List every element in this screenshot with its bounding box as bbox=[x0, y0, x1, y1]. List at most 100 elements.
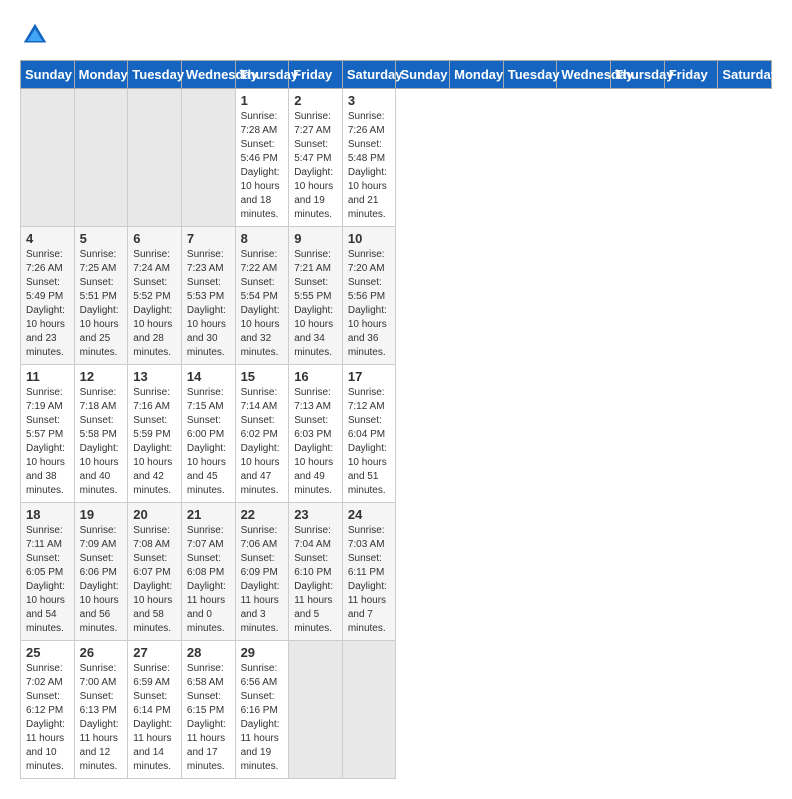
calendar-cell: 21 Sunrise: 7:07 AM Sunset: 6:08 PM Dayli… bbox=[181, 503, 235, 641]
calendar-cell: 27Sunrise: 6:59 AM Sunset: 6:14 PM Dayli… bbox=[128, 641, 182, 779]
day-number: 3 bbox=[348, 93, 391, 108]
day-number: 17 bbox=[348, 369, 391, 384]
day-header-monday: Monday bbox=[450, 61, 504, 89]
day-info: Sunrise: 7:13 AM Sunset: 6:03 PM Dayligh… bbox=[294, 386, 337, 498]
day-header-tuesday: Tuesday bbox=[128, 61, 182, 89]
day-header-tuesday: Tuesday bbox=[503, 61, 557, 89]
day-number: 11 bbox=[26, 369, 69, 384]
day-info: Sunrise: 7:24 AM Sunset: 5:52 PM Dayligh… bbox=[133, 248, 176, 360]
calendar-week-row: 4 Sunrise: 7:26 AM Sunset: 5:49 PM Daylig… bbox=[21, 227, 772, 365]
day-info: Sunrise: 7:21 AM Sunset: 5:55 PM Dayligh… bbox=[294, 248, 337, 360]
day-header-friday: Friday bbox=[664, 61, 718, 89]
calendar-cell: 15 Sunrise: 7:14 AM Sunset: 6:02 PM Dayli… bbox=[235, 365, 289, 503]
day-number: 1 bbox=[241, 93, 284, 108]
day-number: 4 bbox=[26, 231, 69, 246]
calendar-cell bbox=[128, 89, 182, 227]
day-info: Sunrise: 7:18 AM Sunset: 5:58 PM Dayligh… bbox=[80, 386, 123, 498]
day-number: 18 bbox=[26, 507, 69, 522]
calendar-table: SundayMondayTuesdayWednesdayThursdayFrid… bbox=[20, 60, 772, 779]
logo-icon bbox=[20, 20, 50, 50]
day-header-saturday: Saturday bbox=[342, 61, 396, 89]
calendar-cell: 25Sunrise: 7:02 AM Sunset: 6:12 PM Dayli… bbox=[21, 641, 75, 779]
day-info: Sunrise: 7:26 AM Sunset: 5:49 PM Dayligh… bbox=[26, 248, 69, 360]
calendar-cell: 9 Sunrise: 7:21 AM Sunset: 5:55 PM Daylig… bbox=[289, 227, 343, 365]
calendar-cell: 5Sunrise: 7:25 AM Sunset: 5:51 PM Daylig… bbox=[74, 227, 128, 365]
day-number: 5 bbox=[80, 231, 123, 246]
day-info: Sunrise: 7:15 AM Sunset: 6:00 PM Dayligh… bbox=[187, 386, 230, 498]
day-number: 16 bbox=[294, 369, 337, 384]
calendar-week-row: 1 Sunrise: 7:28 AM Sunset: 5:46 PM Daylig… bbox=[21, 89, 772, 227]
calendar-week-row: 18 Sunrise: 7:11 AM Sunset: 6:05 PM Dayli… bbox=[21, 503, 772, 641]
day-number: 24 bbox=[348, 507, 391, 522]
calendar-cell bbox=[21, 89, 75, 227]
day-info: Sunrise: 7:22 AM Sunset: 5:54 PM Dayligh… bbox=[241, 248, 284, 360]
day-number: 14 bbox=[187, 369, 230, 384]
day-info: Sunrise: 7:26 AM Sunset: 5:48 PM Dayligh… bbox=[348, 110, 391, 222]
day-header-thursday: Thursday bbox=[235, 61, 289, 89]
day-number: 9 bbox=[294, 231, 337, 246]
day-header-sunday: Sunday bbox=[396, 61, 450, 89]
calendar-cell: 18 Sunrise: 7:11 AM Sunset: 6:05 PM Dayli… bbox=[21, 503, 75, 641]
calendar-cell: 23Sunrise: 7:04 AM Sunset: 6:10 PM Dayli… bbox=[289, 503, 343, 641]
day-info: Sunrise: 6:58 AM Sunset: 6:15 PM Dayligh… bbox=[187, 662, 230, 774]
day-number: 10 bbox=[348, 231, 391, 246]
page-header bbox=[20, 20, 772, 50]
logo bbox=[20, 20, 52, 50]
calendar-cell: 28 Sunrise: 6:58 AM Sunset: 6:15 PM Dayli… bbox=[181, 641, 235, 779]
day-number: 28 bbox=[187, 645, 230, 660]
day-number: 2 bbox=[294, 93, 337, 108]
calendar-cell: 11 Sunrise: 7:19 AM Sunset: 5:57 PM Dayli… bbox=[21, 365, 75, 503]
calendar-cell: 4 Sunrise: 7:26 AM Sunset: 5:49 PM Daylig… bbox=[21, 227, 75, 365]
day-header-thursday: Thursday bbox=[611, 61, 665, 89]
day-info: Sunrise: 6:56 AM Sunset: 6:16 PM Dayligh… bbox=[241, 662, 284, 774]
day-info: Sunrise: 7:27 AM Sunset: 5:47 PM Dayligh… bbox=[294, 110, 337, 222]
calendar-cell: 22Sunrise: 7:06 AM Sunset: 6:09 PM Dayli… bbox=[235, 503, 289, 641]
day-info: Sunrise: 7:16 AM Sunset: 5:59 PM Dayligh… bbox=[133, 386, 176, 498]
day-header-friday: Friday bbox=[289, 61, 343, 89]
day-header-monday: Monday bbox=[74, 61, 128, 89]
calendar-cell: 3 Sunrise: 7:26 AM Sunset: 5:48 PM Daylig… bbox=[342, 89, 396, 227]
day-number: 13 bbox=[133, 369, 176, 384]
day-info: Sunrise: 7:23 AM Sunset: 5:53 PM Dayligh… bbox=[187, 248, 230, 360]
calendar-header-row: SundayMondayTuesdayWednesdayThursdayFrid… bbox=[21, 61, 772, 89]
day-number: 26 bbox=[80, 645, 123, 660]
calendar-cell: 7 Sunrise: 7:23 AM Sunset: 5:53 PM Daylig… bbox=[181, 227, 235, 365]
day-header-saturday: Saturday bbox=[718, 61, 772, 89]
day-number: 12 bbox=[80, 369, 123, 384]
day-info: Sunrise: 7:08 AM Sunset: 6:07 PM Dayligh… bbox=[133, 524, 176, 636]
day-number: 22 bbox=[241, 507, 284, 522]
day-number: 19 bbox=[80, 507, 123, 522]
calendar-cell: 13 Sunrise: 7:16 AM Sunset: 5:59 PM Dayli… bbox=[128, 365, 182, 503]
day-info: Sunrise: 7:28 AM Sunset: 5:46 PM Dayligh… bbox=[241, 110, 284, 222]
day-number: 21 bbox=[187, 507, 230, 522]
day-number: 8 bbox=[241, 231, 284, 246]
calendar-cell: 12 Sunrise: 7:18 AM Sunset: 5:58 PM Dayli… bbox=[74, 365, 128, 503]
calendar-cell: 1 Sunrise: 7:28 AM Sunset: 5:46 PM Daylig… bbox=[235, 89, 289, 227]
calendar-cell: 19 Sunrise: 7:09 AM Sunset: 6:06 PM Dayli… bbox=[74, 503, 128, 641]
calendar-cell bbox=[289, 641, 343, 779]
day-header-wednesday: Wednesday bbox=[181, 61, 235, 89]
day-info: Sunrise: 7:11 AM Sunset: 6:05 PM Dayligh… bbox=[26, 524, 69, 636]
day-info: Sunrise: 7:09 AM Sunset: 6:06 PM Dayligh… bbox=[80, 524, 123, 636]
calendar-cell bbox=[74, 89, 128, 227]
day-info: Sunrise: 6:59 AM Sunset: 6:14 PM Dayligh… bbox=[133, 662, 176, 774]
calendar-cell: 14 Sunrise: 7:15 AM Sunset: 6:00 PM Dayli… bbox=[181, 365, 235, 503]
day-info: Sunrise: 7:20 AM Sunset: 5:56 PM Dayligh… bbox=[348, 248, 391, 360]
calendar-cell: 20Sunrise: 7:08 AM Sunset: 6:07 PM Dayli… bbox=[128, 503, 182, 641]
day-info: Sunrise: 7:03 AM Sunset: 6:11 PM Dayligh… bbox=[348, 524, 391, 636]
calendar-cell bbox=[342, 641, 396, 779]
calendar-cell: 26 Sunrise: 7:00 AM Sunset: 6:13 PM Dayli… bbox=[74, 641, 128, 779]
day-number: 7 bbox=[187, 231, 230, 246]
day-number: 6 bbox=[133, 231, 176, 246]
day-info: Sunrise: 7:19 AM Sunset: 5:57 PM Dayligh… bbox=[26, 386, 69, 498]
day-info: Sunrise: 7:07 AM Sunset: 6:08 PM Dayligh… bbox=[187, 524, 230, 636]
day-info: Sunrise: 7:14 AM Sunset: 6:02 PM Dayligh… bbox=[241, 386, 284, 498]
day-number: 15 bbox=[241, 369, 284, 384]
day-info: Sunrise: 7:00 AM Sunset: 6:13 PM Dayligh… bbox=[80, 662, 123, 774]
day-info: Sunrise: 7:12 AM Sunset: 6:04 PM Dayligh… bbox=[348, 386, 391, 498]
day-number: 29 bbox=[241, 645, 284, 660]
calendar-cell: 16 Sunrise: 7:13 AM Sunset: 6:03 PM Dayli… bbox=[289, 365, 343, 503]
day-number: 23 bbox=[294, 507, 337, 522]
calendar-cell: 29 Sunrise: 6:56 AM Sunset: 6:16 PM Dayli… bbox=[235, 641, 289, 779]
day-number: 25 bbox=[26, 645, 69, 660]
